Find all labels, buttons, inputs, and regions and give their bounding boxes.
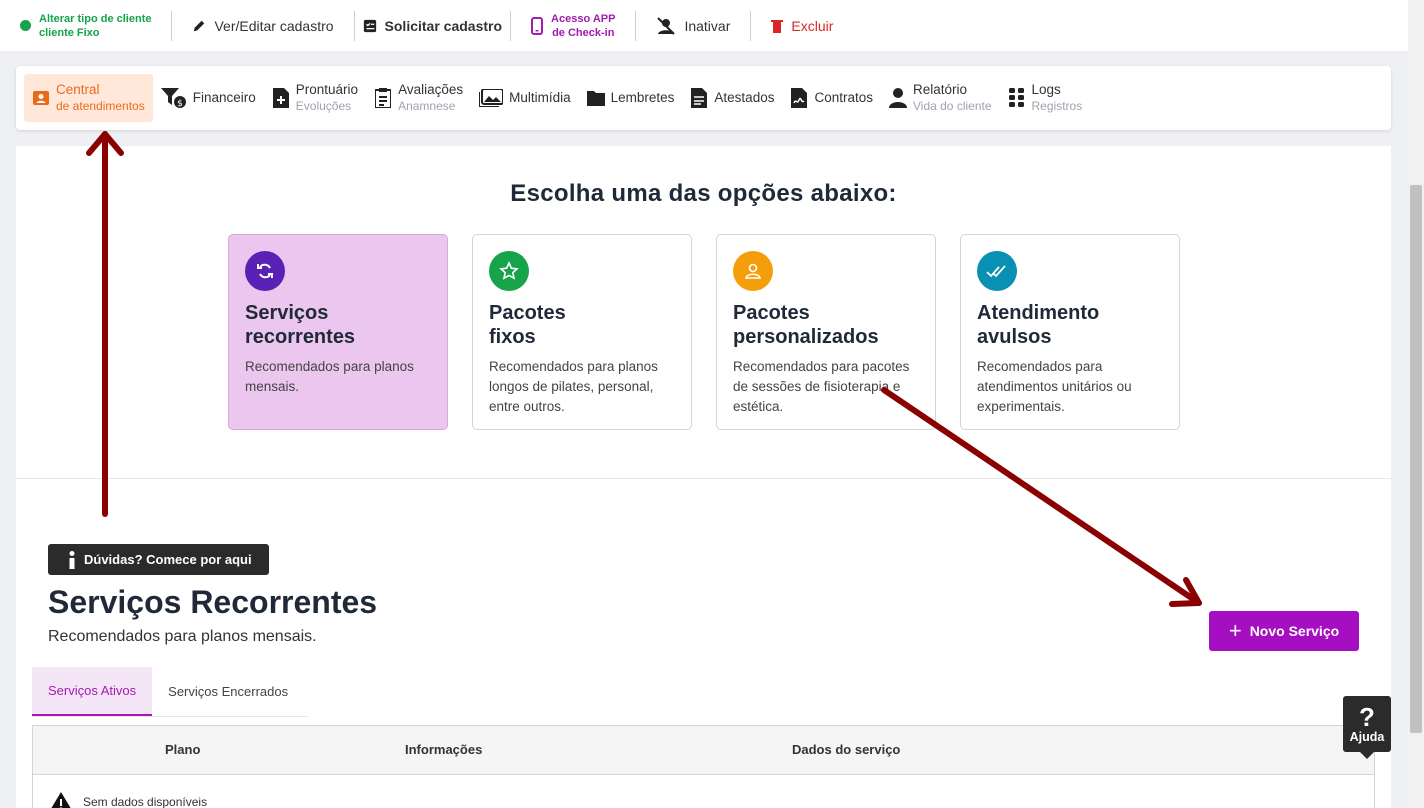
nav-lembretes[interactable]: Lembretes bbox=[579, 74, 683, 122]
deactivate-button[interactable]: Inativar bbox=[636, 11, 750, 41]
svg-text:$: $ bbox=[177, 99, 183, 109]
client-action-bar: Alterar tipo de cliente cliente Fixo Ver… bbox=[0, 0, 1408, 51]
edit-registration-button[interactable]: Ver/Editar cadastro bbox=[172, 11, 353, 41]
section-subtitle: Recomendados para planos mensais. bbox=[48, 628, 317, 645]
grid-dots-icon bbox=[1008, 88, 1026, 107]
nav-central[interactable]: Central de atendimentos bbox=[24, 74, 153, 122]
star-icon bbox=[489, 251, 529, 291]
client-type-value: cliente Fixo bbox=[39, 26, 100, 39]
service-type-cards: Serviços recorrentes Recomendados para pl… bbox=[228, 234, 1180, 430]
plus-icon: + bbox=[1228, 618, 1242, 643]
column-header-info[interactable]: Informações bbox=[405, 742, 482, 757]
images-icon bbox=[479, 89, 504, 107]
nav-prontuario[interactable]: Prontuário Evoluções bbox=[264, 74, 366, 122]
help-start-button[interactable]: Dúvidas? Comece por aqui bbox=[48, 544, 269, 575]
pencil-icon bbox=[194, 20, 205, 31]
nav-multimidia[interactable]: Multimídia bbox=[471, 74, 579, 122]
status-dot-icon bbox=[20, 20, 31, 31]
user-off-icon bbox=[657, 16, 676, 35]
choose-title: Escolha uma das opções abaixo: bbox=[510, 180, 897, 207]
file-plus-icon bbox=[272, 88, 290, 108]
nav-atestados[interactable]: Atestados bbox=[682, 74, 782, 122]
help-widget-pointer bbox=[1360, 752, 1374, 759]
folder-icon bbox=[586, 89, 605, 107]
app-access-button[interactable]: Acesso APP de Check-in bbox=[511, 11, 635, 41]
warning-icon bbox=[51, 792, 71, 808]
empty-state: Sem dados disponíveis bbox=[49, 792, 207, 808]
card-custom-packages[interactable]: Pacotes personalizados Recomendados para … bbox=[716, 234, 936, 430]
card-fixed-packages[interactable]: Pacotes fixos Recomendados para planos lo… bbox=[472, 234, 692, 430]
phone-icon bbox=[531, 16, 544, 35]
question-icon: ? bbox=[1359, 702, 1375, 732]
info-icon bbox=[69, 550, 75, 569]
change-client-type-button[interactable]: Alterar tipo de cliente cliente Fixo bbox=[20, 11, 171, 41]
new-service-button[interactable]: + Novo Serviço bbox=[1209, 611, 1359, 651]
section-title: Serviços Recorrentes bbox=[48, 584, 378, 620]
services-tabs: Serviços Ativos Serviços Encerrados bbox=[32, 667, 307, 717]
section-divider bbox=[16, 478, 1391, 479]
clipboard-icon bbox=[374, 88, 392, 108]
trash-icon bbox=[771, 19, 784, 33]
scrollbar-thumb[interactable] bbox=[1410, 185, 1422, 733]
nav-financeiro[interactable]: $ Financeiro bbox=[153, 74, 264, 122]
table-header: Plano Informações Dados do serviço bbox=[33, 726, 1374, 775]
document-icon bbox=[690, 88, 708, 108]
tab-active-services[interactable]: Serviços Ativos bbox=[32, 667, 153, 716]
request-registration-button[interactable]: Solicitar cadastro bbox=[355, 11, 511, 41]
nav-contratos[interactable]: Contratos bbox=[782, 74, 881, 122]
signature-document-icon bbox=[790, 88, 808, 108]
column-header-service-data[interactable]: Dados do serviço bbox=[792, 742, 900, 757]
contact-card-icon bbox=[32, 89, 50, 107]
services-table: Plano Informações Dados do serviço Sem d… bbox=[32, 725, 1375, 808]
person-icon bbox=[889, 88, 907, 108]
double-check-icon bbox=[977, 251, 1017, 291]
checklist-icon bbox=[363, 19, 376, 32]
recurring-icon bbox=[245, 251, 285, 291]
nav-avaliacoes[interactable]: Avaliações Anamnese bbox=[366, 74, 471, 122]
client-type-label: Alterar tipo de cliente bbox=[39, 12, 152, 25]
client-nav-tabs: Central de atendimentos $ Financeiro Pron… bbox=[16, 66, 1391, 130]
user-icon bbox=[733, 251, 773, 291]
page-scrollbar[interactable] bbox=[1408, 0, 1424, 808]
card-single-appointments[interactable]: Atendimento avulsos Recomendados para ate… bbox=[960, 234, 1180, 430]
nav-logs[interactable]: Logs Registros bbox=[1000, 74, 1091, 122]
main-content: Escolha uma das opções abaixo: Serviços r… bbox=[16, 146, 1391, 808]
card-recurring-services[interactable]: Serviços recorrentes Recomendados para pl… bbox=[228, 234, 448, 430]
delete-button[interactable]: Excluir bbox=[751, 11, 853, 41]
column-header-plan[interactable]: Plano bbox=[165, 742, 200, 757]
help-widget-button[interactable]: ? Ajuda bbox=[1343, 696, 1391, 752]
money-filter-icon: $ bbox=[160, 88, 187, 109]
nav-relatorio[interactable]: Relatório Vida do cliente bbox=[881, 74, 1000, 122]
tab-ended-services[interactable]: Serviços Encerrados bbox=[152, 667, 304, 716]
